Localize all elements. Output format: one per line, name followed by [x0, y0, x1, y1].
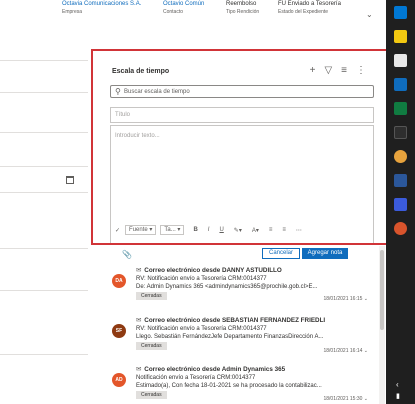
activity-preview: Llego. Sebastián FernándezJefe Departame… — [136, 334, 324, 340]
company-value[interactable]: Octavia Comunicaciones S.A. — [62, 0, 141, 8]
search-placeholder: Buscar escala de tiempo — [124, 89, 190, 95]
status-value: FU Enviado a Tesorería — [278, 1, 341, 7]
note-title-input[interactable]: Título — [110, 107, 374, 123]
timeline-search-input[interactable]: ⚲ Buscar escala de tiempo — [110, 85, 374, 98]
form-divider — [0, 354, 88, 355]
cancel-button[interactable]: Cancelar — [262, 248, 300, 259]
activity-subject: RV: Notificación envío a Tesorería CRM:0… — [136, 276, 267, 282]
teams-icon[interactable] — [394, 198, 407, 211]
firefox-icon[interactable] — [394, 222, 407, 235]
header-field-rendition-type: Reembolso Tipo Rendición — [226, 0, 259, 16]
activity-title: Correo electrónico desde Admin Dynamics … — [144, 366, 286, 373]
mail-icon[interactable] — [394, 54, 407, 67]
activity-timestamp: 18/01/2021 16:15 ⌄ — [323, 296, 368, 302]
app-icon[interactable] — [394, 6, 407, 19]
activity-timestamp: 18/01/2021 15:30 ⌄ — [323, 396, 368, 402]
avatar: DA — [112, 274, 126, 288]
status-label: Estado del Expediente — [278, 9, 329, 15]
excel-icon[interactable] — [394, 102, 407, 115]
add-note-button[interactable]: Agregar nota — [302, 248, 348, 259]
more-formatting-icon[interactable]: ⋯ — [296, 227, 302, 234]
contact-value[interactable]: Octavio Común — [163, 0, 204, 8]
timeline-activity-item[interactable]: DA ✉ Correo electrónico desde DANNY ASTUD… — [112, 266, 374, 308]
form-divider — [0, 132, 88, 133]
left-form-section — [0, 32, 92, 404]
numbered-list-icon[interactable]: ≡ — [282, 227, 286, 233]
activity-preview: De: Admin Dynamics 365 <admindynamics365… — [136, 284, 318, 290]
status-badge: Cerradas — [136, 391, 167, 399]
status-badge: Cerradas — [136, 342, 167, 350]
rich-text-toolbar: ✓ Fuente ▾ Ta... ▾ B I U ✎▾ A▾ ≡ ≡ ⋯ — [110, 220, 374, 240]
font-color-icon[interactable]: A▾ — [252, 227, 259, 234]
store-icon[interactable] — [394, 30, 407, 43]
form-divider — [0, 192, 88, 193]
filter-icon[interactable]: ▽ — [324, 65, 332, 76]
highlight-color-icon[interactable]: ✎▾ — [234, 227, 242, 234]
email-icon: ✉ — [136, 317, 142, 324]
avatar: AD — [112, 373, 126, 387]
record-header: Octavia Comunicaciones S.A. Empresa Octa… — [0, 0, 385, 32]
font-size-label: Ta... — [164, 227, 176, 233]
italic-icon[interactable]: I — [208, 227, 210, 233]
tray-icon[interactable]: ▮ — [396, 392, 400, 400]
calendar-icon[interactable] — [66, 176, 74, 184]
timeline-activity-item[interactable]: SF ✉ Correo electrónico desde SEBASTIAN F… — [112, 316, 374, 360]
header-field-company[interactable]: Octavia Comunicaciones S.A. Empresa — [62, 0, 141, 16]
attachment-icon[interactable]: 📎 — [122, 250, 132, 259]
form-divider — [0, 166, 88, 167]
activity-title: Correo electrónico desde SEBASTIAN FERNA… — [144, 317, 326, 324]
word-icon[interactable] — [394, 174, 407, 187]
bold-icon[interactable]: B — [193, 227, 197, 233]
form-divider — [0, 290, 88, 291]
activity-timestamp: 18/01/2021 16:14 ⌄ — [323, 348, 368, 354]
font-size-select[interactable]: Ta... ▾ — [160, 225, 185, 235]
timeline-scrollbar[interactable] — [379, 246, 385, 404]
list-view-icon[interactable]: ≡ — [341, 65, 347, 76]
format-painter-icon[interactable]: ✓ — [115, 227, 120, 234]
terminal-icon[interactable] — [394, 126, 407, 139]
company-label: Empresa — [62, 9, 83, 15]
form-divider — [0, 248, 88, 249]
rendition-type-value: Reembolso — [226, 1, 257, 7]
chevron-up-icon[interactable]: ‹ — [396, 380, 399, 389]
activity-subject: RV: Notificación envío a Tesorería CRM:0… — [136, 326, 267, 332]
font-select-label: Fuente — [129, 227, 148, 233]
scrollbar-thumb[interactable] — [380, 250, 384, 330]
rendition-type-label: Tipo Rendición — [226, 9, 260, 15]
search-icon: ⚲ — [115, 87, 121, 96]
timeline-activity-item[interactable]: AD ✉ Correo electrónico desde Admin Dynam… — [112, 365, 374, 404]
timeline-title: Escala de tiempo — [112, 68, 170, 75]
status-badge: Cerradas — [136, 292, 167, 300]
activity-preview: Estimado(a), Con fecha 18-01-2021 se ha … — [136, 383, 322, 389]
chrome-icon[interactable] — [394, 150, 407, 163]
expand-header-chevron-icon[interactable]: ⌄ — [366, 10, 373, 19]
form-divider — [0, 60, 88, 61]
avatar: SF — [112, 324, 126, 338]
underline-icon[interactable]: U — [219, 227, 223, 233]
dynamics-icon[interactable] — [394, 78, 407, 91]
activity-title: Correo electrónico desde DANNY ASTUDILLO — [144, 267, 282, 274]
windows-taskbar: ‹ ▮ — [386, 0, 415, 404]
note-title-placeholder: Título — [115, 112, 131, 118]
email-icon: ✉ — [136, 267, 142, 274]
contact-label: Contacto — [163, 9, 184, 15]
bulleted-list-icon[interactable]: ≡ — [269, 227, 273, 233]
header-field-status: FU Enviado a Tesorería Estado del Expedi… — [278, 0, 341, 16]
timeline-toolbar: + ▽ ≡ ⋮ — [310, 65, 366, 76]
more-options-icon[interactable]: ⋮ — [356, 65, 366, 76]
font-select[interactable]: Fuente ▾ — [125, 225, 157, 235]
system-message-icon: ✉ — [136, 366, 142, 373]
add-icon[interactable]: + — [310, 65, 316, 76]
form-divider — [0, 92, 88, 93]
header-field-contact[interactable]: Octavio Común Contacto — [163, 0, 204, 16]
activity-subject: Notificación envío a Tesorería CRM:00143… — [136, 375, 256, 381]
note-body-placeholder: Introducir texto... — [115, 133, 160, 139]
